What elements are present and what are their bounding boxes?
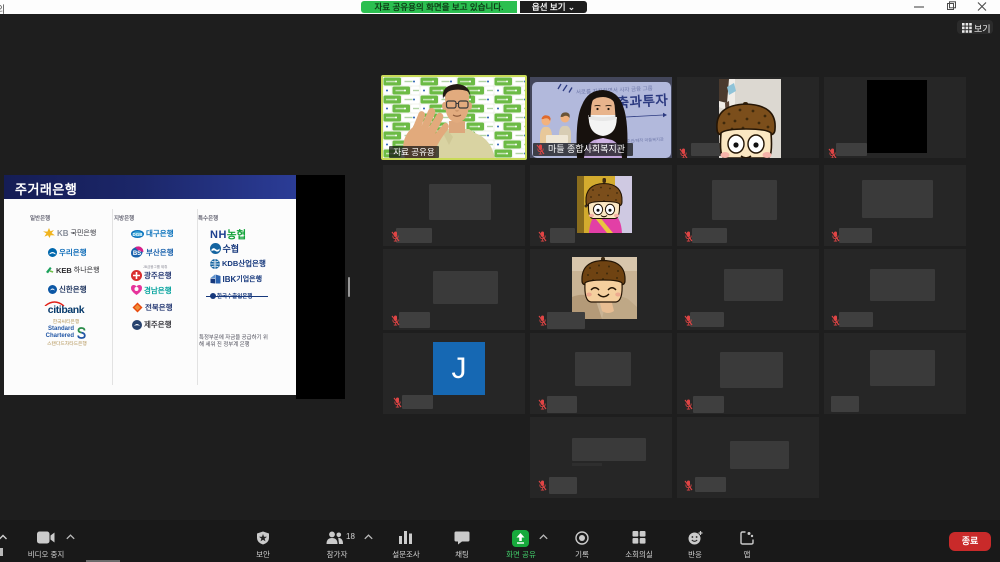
svg-text:DGB: DGB <box>133 231 144 236</box>
svg-text:BS: BS <box>133 251 141 257</box>
